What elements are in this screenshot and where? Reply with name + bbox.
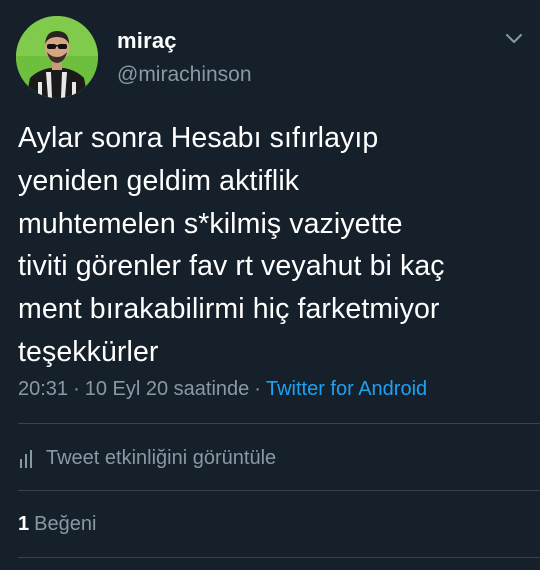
tweet-text: Aylar sonra Hesabı sıfırlayıp yeniden ge… [18,117,528,374]
display-name[interactable]: miraç [117,28,177,54]
tweet-text-line: muhtemelen s*kilmiş vaziyette [18,207,403,240]
likes-link[interactable]: 1 Beğeni [18,513,96,536]
tweet-date: 10 Eyl 20 saatinde [84,378,250,400]
likes-count: 1 [18,513,30,535]
divider [18,490,540,491]
meta-separator: · [73,378,80,400]
tweet-detail: miraç @mirachinson Aylar sonra Hesabı sı… [0,0,540,570]
chevron-down-icon[interactable] [502,26,526,50]
tweet-text-line: yeniden geldim aktiflik [18,164,300,197]
user-handle[interactable]: @mirachinson [117,63,252,87]
tweet-text-line: teşekkürler [18,335,159,368]
activity-label: Tweet etkinliğini görüntüle [46,447,277,469]
tweet-text-line: Aylar sonra Hesabı sıfırlayıp [18,122,379,154]
analytics-bars-icon [20,449,34,468]
view-tweet-activity-button[interactable]: Tweet etkinliğini görüntüle [20,447,276,470]
meta-separator: · [254,378,261,400]
divider [18,423,540,424]
tweet-text-line: tiviti görenler fav rt veyahut bi kaç [18,250,445,283]
tweet-source-link[interactable]: Twitter for Android [266,378,427,400]
divider [18,557,540,558]
tweet-text-line: ment bırakabilirmi hiç farketmiyor [18,293,440,326]
tweet-meta: 20:31 · 10 Eyl 20 saatinde · Twitter for And… [18,378,427,401]
avatar[interactable] [16,16,98,98]
tweet-time: 20:31 [18,378,69,400]
avatar-photo [16,16,98,98]
likes-label: Beğeni [34,513,97,535]
